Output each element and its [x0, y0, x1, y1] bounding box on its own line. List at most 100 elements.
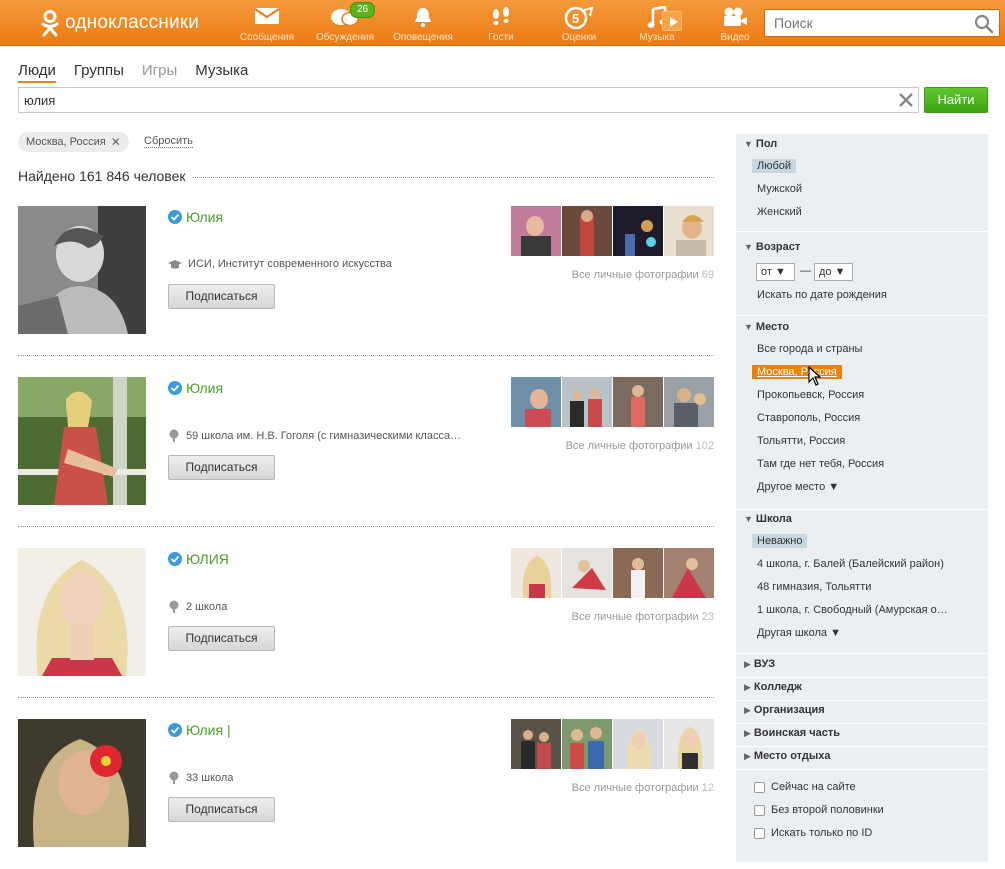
search-icon[interactable]: [974, 14, 994, 34]
gender-option-female[interactable]: Женский: [752, 205, 807, 219]
nav-video[interactable]: Видео: [696, 0, 774, 46]
gender-option-male[interactable]: Мужской: [752, 182, 807, 196]
triangle-right-icon: ▶: [744, 705, 751, 715]
age-dash: —: [800, 265, 811, 277]
result-info: ИСИ, Институт современного искусства: [168, 258, 392, 270]
photo-thumb[interactable]: [613, 548, 663, 598]
other-school-link[interactable]: Другая школа ▼: [752, 626, 846, 640]
subscribe-button[interactable]: Подписаться: [168, 626, 275, 651]
ok-logo-icon: [40, 9, 60, 37]
photo-thumb[interactable]: [562, 377, 612, 427]
nav-messages[interactable]: Сообщения: [228, 0, 306, 46]
nav-discussions[interactable]: 26 Обсуждения: [306, 0, 384, 46]
divider: [736, 723, 988, 724]
result-name-link[interactable]: Юлия: [168, 209, 223, 225]
online-now-checkbox[interactable]: Сейчас на сайте: [754, 781, 856, 793]
all-photos-link[interactable]: Все личные фотографии 69: [572, 269, 714, 281]
top-search-input[interactable]: [765, 10, 965, 36]
id-only-checkbox[interactable]: Искать только по ID: [754, 827, 872, 839]
school-option[interactable]: 1 школа, г. Свободный (Амурская о…: [752, 603, 953, 617]
place-option[interactable]: Прокопьевск, Россия: [752, 388, 869, 402]
tab-groups[interactable]: Группы: [74, 62, 124, 83]
photo-thumb[interactable]: [613, 719, 663, 769]
filter-age-header[interactable]: ▼ Возраст: [744, 241, 800, 253]
school-option[interactable]: 48 гимназия, Тольятти: [752, 580, 876, 594]
photo-thumbs: [511, 206, 714, 256]
site-logo[interactable]: одноклассники: [40, 8, 199, 38]
filter-place-header[interactable]: ▼ Место: [744, 321, 789, 333]
query-input[interactable]: [19, 88, 879, 112]
filter-university-header[interactable]: ▶ ВУЗ: [744, 658, 775, 670]
age-to-select[interactable]: до ▼: [814, 263, 853, 281]
avatar[interactable]: [18, 206, 146, 334]
avatar[interactable]: [18, 548, 146, 676]
search-tabs: Люди Группы Игры Музыка: [18, 62, 248, 83]
filter-vacation-header[interactable]: ▶ Место отдыха: [744, 750, 831, 762]
age-from-select[interactable]: от ▼: [756, 263, 795, 281]
place-option[interactable]: Там где нет тебя, Россия: [752, 457, 889, 471]
photo-thumb[interactable]: [664, 548, 714, 598]
subscribe-button[interactable]: Подписаться: [168, 797, 275, 822]
single-checkbox[interactable]: Без второй половинки: [754, 804, 884, 816]
reset-link[interactable]: Сбросить: [144, 135, 193, 148]
filter-college-header[interactable]: ▶ Колледж: [744, 681, 802, 693]
school-option-any[interactable]: Неважно: [752, 534, 808, 548]
other-place-link[interactable]: Другое место ▼: [752, 480, 844, 494]
remove-filter-icon[interactable]: ✕: [111, 132, 121, 152]
filter-school-header[interactable]: ▼ Школа: [744, 513, 792, 525]
photo-thumb[interactable]: [664, 206, 714, 256]
place-option[interactable]: Ставрополь, Россия: [752, 411, 865, 425]
photo-thumb[interactable]: [511, 206, 561, 256]
photo-thumb[interactable]: [511, 548, 561, 598]
place-option[interactable]: Все города и страны: [752, 342, 867, 356]
all-photos-link[interactable]: Все личные фотографии 102: [566, 440, 714, 452]
nav-music[interactable]: Музыка: [618, 0, 696, 46]
photo-thumb[interactable]: [613, 377, 663, 427]
tab-music[interactable]: Музыка: [195, 62, 248, 83]
graduation-cap-icon: [168, 259, 182, 269]
tab-games[interactable]: Игры: [142, 62, 177, 83]
photo-thumb[interactable]: [562, 206, 612, 256]
all-photos-link[interactable]: Все личные фотографии 12: [572, 782, 714, 794]
photo-thumb[interactable]: [613, 206, 663, 256]
filter-organization-header[interactable]: ▶ Организация: [744, 704, 825, 716]
photo-thumbs: [511, 719, 714, 769]
nav-notifications[interactable]: Оповещения: [384, 0, 462, 46]
school-option[interactable]: 4 школа, г. Балей (Балейский район): [752, 557, 949, 571]
birthdate-search-link[interactable]: Искать по дате рождения: [752, 288, 892, 302]
place-option-selected[interactable]: Москва, Россия: [752, 365, 842, 379]
photo-thumb[interactable]: [511, 719, 561, 769]
find-button[interactable]: Найти: [924, 87, 988, 113]
clear-icon[interactable]: [898, 92, 914, 108]
nav-guests[interactable]: Гости: [462, 0, 540, 46]
result-name-link[interactable]: Юлия: [168, 380, 223, 396]
photo-thumb[interactable]: [562, 719, 612, 769]
music-play-button[interactable]: [662, 11, 682, 31]
school-bell-icon: [169, 429, 179, 442]
results-count: Найдено 161 846 человек: [18, 168, 192, 184]
video-camera-icon: [724, 7, 747, 26]
result-row: ЮЛИЯ 2 школа Подписаться Все личные фото…: [18, 548, 714, 698]
result-name-link[interactable]: ЮЛИЯ: [168, 551, 229, 567]
divider: [736, 769, 988, 770]
all-photos-link[interactable]: Все личные фотографии 23: [572, 611, 714, 623]
footprints-icon: [493, 7, 509, 25]
avatar[interactable]: [18, 719, 146, 847]
result-name-link[interactable]: Юлия |: [168, 722, 231, 738]
gender-option-any[interactable]: Любой: [752, 159, 797, 173]
nav-ratings[interactable]: 5 Оценки: [540, 0, 618, 46]
tab-people[interactable]: Люди: [18, 62, 56, 83]
verified-icon: [168, 210, 182, 224]
filter-military-header[interactable]: ▶ Воинская часть: [744, 727, 840, 739]
photo-thumb[interactable]: [511, 377, 561, 427]
photo-thumb[interactable]: [664, 719, 714, 769]
subscribe-button[interactable]: Подписаться: [168, 455, 275, 480]
school-bell-icon: [169, 771, 179, 784]
filter-gender-header[interactable]: ▼ Пол: [744, 138, 777, 150]
place-option[interactable]: Тольятти, Россия: [752, 434, 850, 448]
subscribe-button[interactable]: Подписаться: [168, 284, 275, 309]
avatar[interactable]: [18, 377, 146, 505]
photo-thumb[interactable]: [562, 548, 612, 598]
triangle-down-icon: ▼: [744, 242, 753, 252]
photo-thumb[interactable]: [664, 377, 714, 427]
